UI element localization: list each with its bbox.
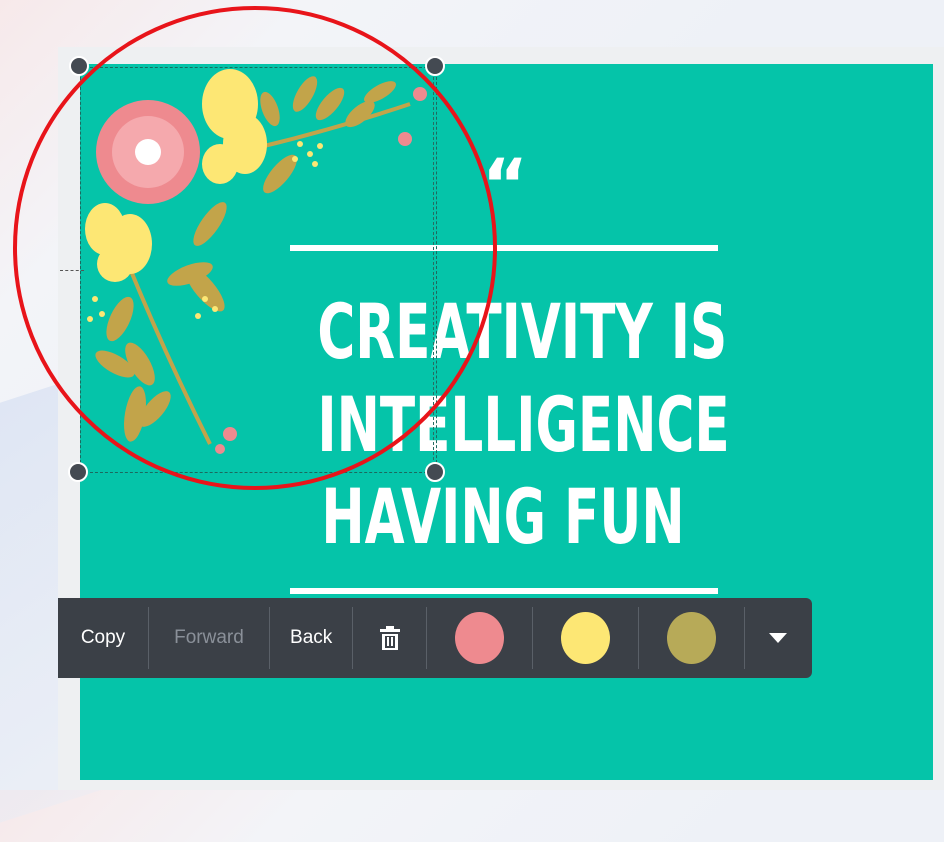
- annotation-circle: [13, 6, 497, 490]
- back-button[interactable]: Back: [270, 598, 353, 678]
- resize-handle-bottom-left[interactable]: [68, 462, 88, 482]
- more-options-button[interactable]: [744, 598, 812, 678]
- toolbar-separator: [426, 607, 428, 669]
- delete-button[interactable]: [353, 598, 426, 678]
- resize-handle-top-right[interactable]: [425, 56, 445, 76]
- color-swatch-olive[interactable]: [666, 612, 716, 664]
- chevron-down-icon: [769, 633, 788, 643]
- trash-icon: [379, 626, 400, 650]
- quote-line-3[interactable]: HAVING FUN: [317, 472, 688, 562]
- bottom-divider-line: [290, 588, 718, 594]
- forward-button[interactable]: Forward: [149, 598, 269, 678]
- copy-button[interactable]: Copy: [58, 598, 148, 678]
- toolbar-separator: [637, 607, 639, 669]
- element-toolbar: Copy Forward Back: [58, 598, 812, 678]
- color-swatch-yellow[interactable]: [561, 612, 610, 664]
- resize-handle-bottom-right[interactable]: [425, 462, 445, 482]
- toolbar-separator: [532, 607, 534, 669]
- color-swatch-pink[interactable]: [455, 612, 505, 664]
